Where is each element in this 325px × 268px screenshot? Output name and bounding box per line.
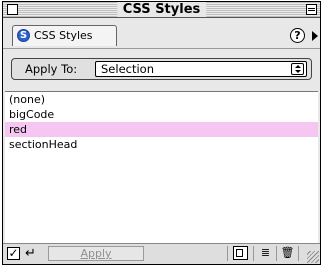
trash-icon[interactable]: 🗑: [280, 246, 295, 260]
styles-list[interactable]: (none) bigCode red sectionHead: [5, 91, 318, 246]
return-icon: ↵: [25, 246, 36, 261]
list-item[interactable]: red: [5, 122, 318, 137]
list-item[interactable]: bigCode: [5, 107, 318, 122]
list-item[interactable]: sectionHead: [5, 137, 318, 152]
tab-bar: S CSS Styles ?: [3, 18, 320, 49]
apply-button[interactable]: Apply: [48, 246, 144, 261]
apply-to-select-value: Selection: [101, 62, 154, 76]
apply-to-row: Apply To: Selection: [3, 49, 320, 89]
new-style-icon[interactable]: [233, 246, 248, 260]
list-item[interactable]: (none): [5, 92, 318, 107]
title-bar[interactable]: CSS Styles: [3, 2, 320, 18]
auto-apply-checkbox[interactable]: ✓: [7, 247, 20, 260]
resize-grip-icon[interactable]: [307, 251, 319, 263]
css-styles-icon: S: [17, 29, 30, 42]
select-arrows-icon: [291, 63, 304, 75]
bottom-toolbar: ✓ ↵ Apply ≣ 🗑: [3, 243, 320, 264]
close-box[interactable]: [7, 4, 18, 15]
toolbar-divider: [298, 246, 299, 261]
panel-options-menu-icon[interactable]: [312, 31, 318, 41]
css-styles-panel: CSS Styles S CSS Styles ? Apply To: Sele…: [2, 1, 321, 265]
apply-to-select[interactable]: Selection: [95, 61, 307, 77]
tab-label: CSS Styles: [34, 29, 93, 42]
apply-to-panel: Apply To: Selection: [11, 58, 312, 80]
help-icon[interactable]: ?: [290, 28, 305, 43]
edit-style-icon[interactable]: ≣: [258, 246, 273, 260]
apply-to-label: Apply To:: [25, 62, 78, 76]
window-title: CSS Styles: [116, 2, 207, 17]
tab-css-styles[interactable]: S CSS Styles: [12, 25, 117, 46]
toolbar-divider: [227, 246, 228, 261]
toolbar-divider: [253, 246, 254, 261]
collapse-box[interactable]: [306, 4, 317, 15]
toolbar-divider: [276, 246, 277, 261]
